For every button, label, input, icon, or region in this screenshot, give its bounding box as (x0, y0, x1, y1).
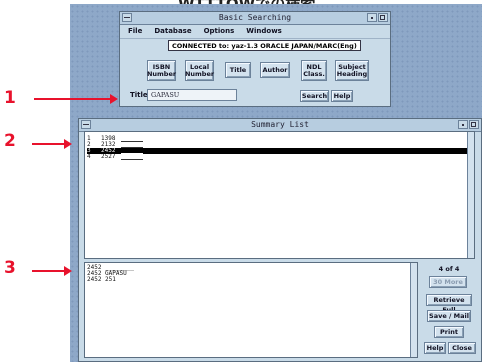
menubar: File Database Options Windows (120, 25, 390, 39)
detail-line: 2452 251 (87, 276, 116, 283)
connection-status: CONNECTED to: yaz-1.3 ORACLE JAPAN/MARC(… (168, 40, 361, 51)
menu-file[interactable]: File (128, 25, 142, 38)
row-number: 4 (87, 153, 91, 160)
help-button[interactable]: Help (424, 342, 446, 354)
annotation-arrow-3 (32, 266, 72, 276)
menu-database[interactable]: Database (154, 25, 191, 38)
annotation-3: 3 (4, 258, 16, 278)
minimize-icon[interactable] (458, 120, 468, 129)
author-button-label: Author (262, 65, 288, 74)
isbn-number-button[interactable]: ISBN Number (147, 60, 176, 81)
ndl-class-label: NDL Class. (303, 62, 325, 78)
close-button[interactable]: Close (448, 342, 476, 354)
summary-window-title: Summary List (251, 120, 309, 129)
isbn-number-label: ISBN Number (146, 62, 177, 78)
list-item[interactable]: 4 2527 (87, 154, 472, 160)
detail-pane: 2452 ________ 2452 GAPASU 2452 251 (84, 262, 418, 358)
annotation-arrow-1 (34, 94, 118, 104)
summary-list: 1 1398 2 2132 3 2452 4 2527 (84, 131, 475, 259)
annotation-1: 1 (4, 88, 16, 108)
more-button[interactable]: 30 More (429, 276, 467, 288)
search-button[interactable]: Search (300, 90, 329, 102)
annotation-arrow-2 (32, 139, 72, 149)
search-button-label: Search (301, 91, 328, 100)
local-number-button[interactable]: Local Number (185, 60, 214, 81)
detail-scrollbar[interactable] (410, 263, 417, 357)
annotation-2: 2 (4, 131, 16, 151)
title-input[interactable]: GAPASU (147, 89, 237, 101)
title-field-label: Title (130, 91, 148, 99)
basic-search-window: Basic Searching File Database Options Wi… (119, 11, 391, 107)
row-underline (121, 154, 143, 160)
print-button[interactable]: Print (434, 326, 464, 338)
menu-options[interactable]: Options (204, 25, 235, 38)
local-number-label: Local Number (184, 62, 215, 78)
row-value: 2527 (101, 153, 116, 160)
title-button[interactable]: Title (225, 62, 251, 78)
subject-heading-label: Subject Heading (336, 62, 368, 78)
search-window-title: Basic Searching (218, 13, 292, 22)
retrieve-full-button[interactable]: Retrieve Full (426, 294, 472, 314)
ndl-class-button[interactable]: NDL Class. (301, 60, 327, 81)
record-count: 4 of 4 (438, 265, 460, 273)
help-button[interactable]: Help (331, 90, 353, 102)
help-button-label: Help (333, 91, 351, 100)
menu-windows[interactable]: Windows (246, 25, 282, 38)
maximize-icon[interactable] (469, 120, 479, 129)
subject-heading-button[interactable]: Subject Heading (335, 60, 369, 81)
list-scrollbar[interactable] (467, 132, 474, 258)
summary-list-window: Summary List 1 1398 2 2132 3 2452 4 2527 245… (78, 118, 482, 362)
minimize-icon[interactable] (367, 13, 377, 22)
save-mail-button[interactable]: Save / Mail (427, 310, 471, 322)
title-button-label: Title (229, 65, 247, 74)
maximize-icon[interactable] (378, 13, 388, 22)
search-window-titlebar[interactable]: Basic Searching (120, 12, 390, 25)
author-button[interactable]: Author (260, 62, 290, 78)
